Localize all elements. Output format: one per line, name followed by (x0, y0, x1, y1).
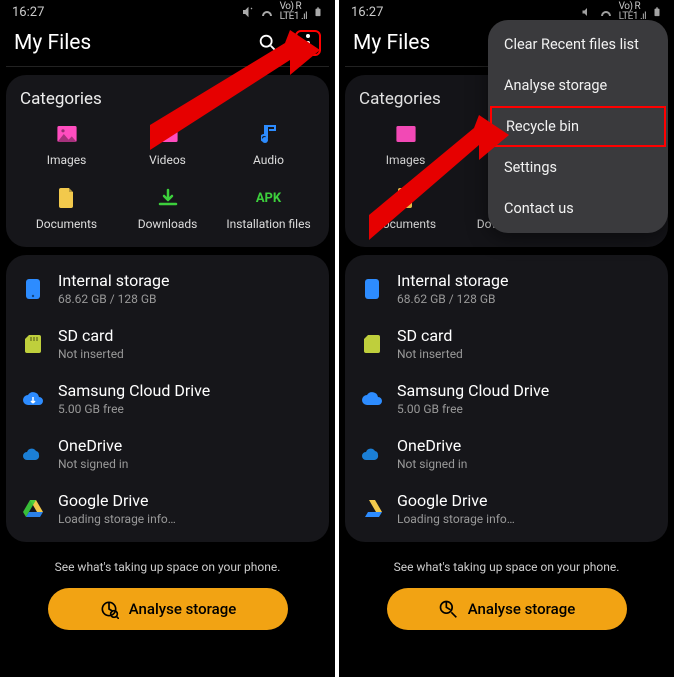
analyse-storage-button[interactable]: Analyse storage (387, 588, 627, 630)
storage-sub: Not inserted (397, 347, 463, 361)
category-label: Images (386, 153, 426, 167)
phone-icon (22, 278, 44, 300)
category-label: Documents (36, 217, 97, 231)
google-drive-icon (361, 498, 383, 520)
phone-screen-left: 16:27 Vo) R LTE1 .ıl My Files Categories… (0, 0, 335, 677)
menu-analyse-storage[interactable]: Analyse storage (488, 65, 668, 106)
categories-title: Categories (20, 89, 315, 109)
app-header: My Files (0, 24, 335, 66)
category-label: Documents (375, 217, 436, 231)
document-icon (395, 187, 417, 209)
storage-sub: Loading storage info… (397, 512, 515, 526)
category-label: Videos (149, 153, 186, 167)
hint-text: See what's taking up space on your phone… (0, 560, 335, 574)
category-documents[interactable]: Documents (16, 187, 117, 231)
category-videos[interactable]: Videos (117, 123, 218, 167)
analyse-icon (99, 599, 119, 619)
page-title: My Files (353, 31, 430, 55)
hint-text: See what's taking up space on your phone… (339, 560, 674, 574)
sdcard-icon (361, 333, 383, 355)
menu-clear-recent[interactable]: Clear Recent files list (488, 24, 668, 65)
storage-name: SD card (58, 326, 124, 345)
sdcard-icon (22, 333, 44, 355)
storage-name: SD card (397, 326, 463, 345)
storage-internal[interactable]: Internal storage 68.62 GB / 128 GB (6, 261, 329, 316)
storage-card: Internal storage 68.62 GB / 128 GB SD car… (345, 255, 668, 542)
status-bar: 16:27 Vo) R LTE1 .ıl (0, 0, 335, 24)
status-time: 16:27 (12, 5, 44, 20)
image-icon (56, 123, 78, 145)
video-icon (157, 123, 179, 145)
divider (6, 66, 329, 67)
analyse-storage-button[interactable]: Analyse storage (48, 588, 288, 630)
storage-sub: 68.62 GB / 128 GB (397, 292, 508, 306)
document-icon (56, 187, 78, 209)
storage-samsung-cloud[interactable]: Samsung Cloud Drive 5.00 GB free (345, 371, 668, 426)
storage-sub: Loading storage info… (58, 512, 176, 526)
analyse-label: Analyse storage (129, 600, 237, 618)
storage-google-drive[interactable]: Google Drive Loading storage info… (6, 481, 329, 536)
category-installation-files[interactable]: APK Installation files (218, 187, 319, 231)
storage-sub: 68.62 GB / 128 GB (58, 292, 169, 306)
category-documents[interactable]: Documents (355, 187, 456, 231)
category-images[interactable]: Images (355, 123, 456, 167)
phone-screen-right: 16:27 Vo) R LTE1 .ıl My Files Categories… (339, 0, 674, 677)
menu-recycle-bin[interactable]: Recycle bin (490, 106, 666, 147)
google-drive-icon (22, 498, 44, 520)
category-label: Installation files (226, 217, 310, 231)
storage-sub: 5.00 GB free (397, 402, 549, 416)
storage-google-drive[interactable]: Google Drive Loading storage info… (345, 481, 668, 536)
onedrive-icon (361, 443, 383, 465)
storage-samsung-cloud[interactable]: Samsung Cloud Drive 5.00 GB free (6, 371, 329, 426)
category-images[interactable]: Images (16, 123, 117, 167)
cloud-icon (361, 388, 383, 410)
storage-name: OneDrive (397, 436, 467, 455)
category-label: Downloads (138, 217, 198, 231)
category-label: Images (47, 153, 87, 167)
storage-onedrive[interactable]: OneDrive Not signed in (6, 426, 329, 481)
analyse-label: Analyse storage (468, 600, 576, 618)
category-downloads[interactable]: Downloads (117, 187, 218, 231)
categories-card: Categories Images Videos Audio Documents… (6, 75, 329, 247)
onedrive-icon (22, 443, 44, 465)
menu-settings[interactable]: Settings (488, 147, 668, 188)
analyse-icon (438, 599, 458, 619)
cloud-icon (22, 388, 44, 410)
more-icon[interactable] (295, 30, 321, 56)
category-audio[interactable]: Audio (218, 123, 319, 167)
audio-icon (258, 123, 280, 145)
status-icons: Vo) R LTE1 .ıl (242, 2, 323, 22)
category-label: Audio (253, 153, 284, 167)
storage-sub: Not signed in (58, 457, 128, 471)
storage-sdcard[interactable]: SD card Not inserted (345, 316, 668, 371)
status-icons: Vo) R LTE1 .ıl (581, 2, 662, 22)
page-title: My Files (14, 31, 91, 55)
storage-internal[interactable]: Internal storage 68.62 GB / 128 GB (345, 261, 668, 316)
apk-icon: APK (258, 187, 280, 209)
search-icon[interactable] (255, 30, 281, 56)
status-time: 16:27 (351, 5, 383, 20)
storage-name: Samsung Cloud Drive (397, 381, 549, 400)
storage-onedrive[interactable]: OneDrive Not signed in (345, 426, 668, 481)
download-icon (157, 187, 179, 209)
storage-sub: Not signed in (397, 457, 467, 471)
storage-name: OneDrive (58, 436, 128, 455)
overflow-menu: Clear Recent files list Analyse storage … (488, 20, 668, 233)
storage-sdcard[interactable]: SD card Not inserted (6, 316, 329, 371)
storage-name: Internal storage (58, 271, 169, 290)
storage-sub: Not inserted (58, 347, 124, 361)
phone-icon (361, 278, 383, 300)
storage-name: Internal storage (397, 271, 508, 290)
storage-sub: 5.00 GB free (58, 402, 210, 416)
image-icon (395, 123, 417, 145)
storage-name: Google Drive (58, 491, 176, 510)
storage-name: Google Drive (397, 491, 515, 510)
storage-card: Internal storage 68.62 GB / 128 GB SD car… (6, 255, 329, 542)
menu-contact-us[interactable]: Contact us (488, 188, 668, 229)
storage-name: Samsung Cloud Drive (58, 381, 210, 400)
